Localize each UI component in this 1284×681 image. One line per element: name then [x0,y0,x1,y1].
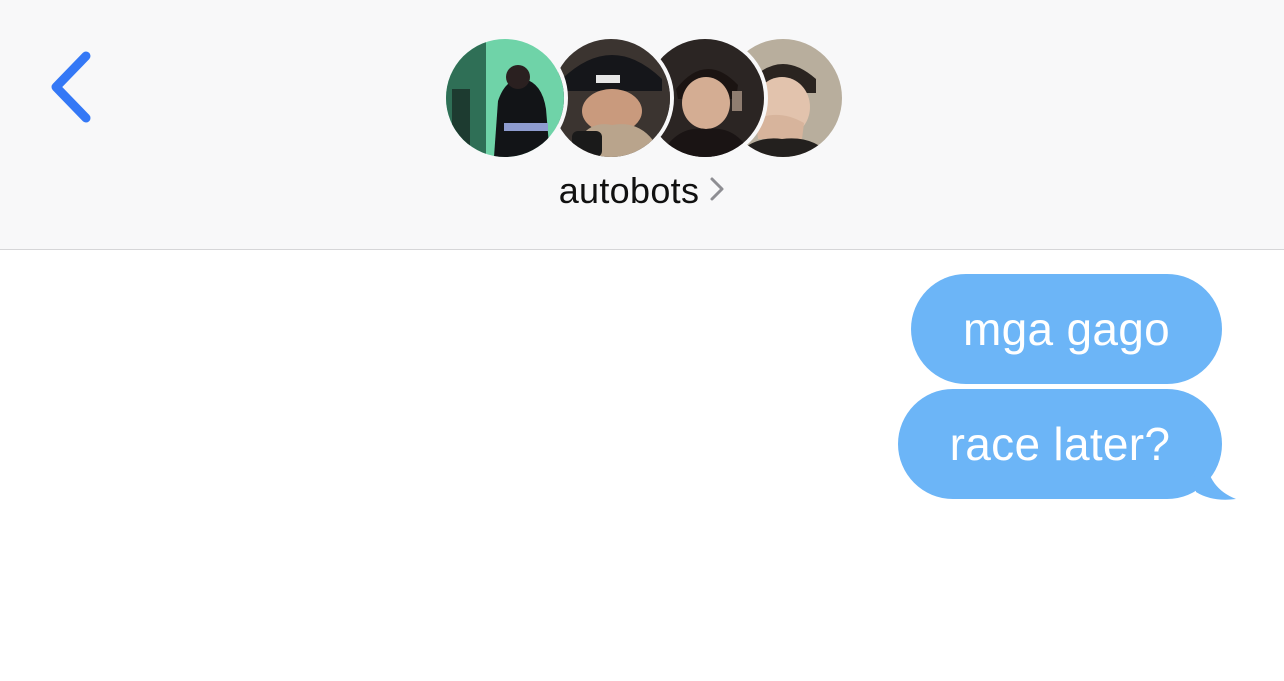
back-button[interactable] [40,40,110,130]
message-thread: mga gago race later? [0,250,1284,681]
avatar-photo [446,39,564,157]
group-name-label: autobots [558,170,700,211]
chevron-left-icon [51,51,91,123]
message-bubble[interactable]: race later? [898,389,1222,499]
group-avatars[interactable] [442,35,846,161]
avatar[interactable] [442,35,568,161]
group-name[interactable]: autobots [0,170,1284,214]
bubble-tail [1192,458,1236,500]
avatar-photo [552,39,670,157]
message-bubble[interactable]: mga gago [911,274,1222,384]
chevron-right-icon [709,169,725,211]
conversation-header: autobots [0,0,1284,250]
